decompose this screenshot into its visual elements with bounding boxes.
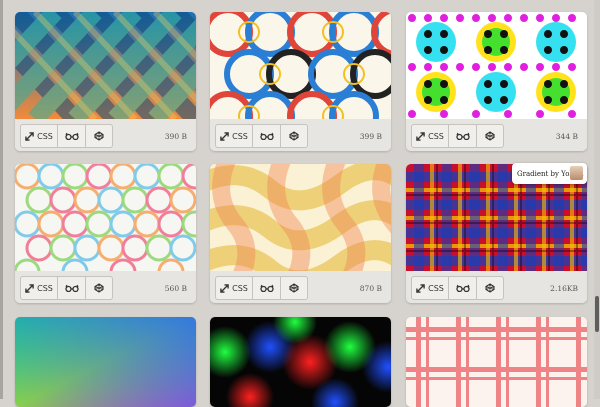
- window-edge: [0, 0, 3, 399]
- css-button[interactable]: CSS: [216, 277, 253, 299]
- card-toolbar: CSS 390 B: [15, 120, 196, 151]
- codepen-icon: [485, 283, 495, 293]
- css-arrows-icon: [25, 283, 34, 293]
- pattern-card[interactable]: [406, 317, 587, 407]
- css-arrows-icon: [220, 131, 229, 141]
- codepen-icon: [289, 283, 299, 293]
- pattern-preview-rings[interactable]: [210, 12, 391, 119]
- css-label: CSS: [232, 131, 248, 141]
- glasses-icon: [64, 132, 79, 140]
- css-label: CSS: [37, 283, 53, 293]
- glasses-icon: [455, 284, 470, 292]
- card-toolbar: CSS 344 B: [406, 120, 587, 151]
- css-arrows-icon: [416, 283, 425, 293]
- card-toolbar: CSS 399 B: [210, 120, 391, 151]
- avatar: [570, 166, 583, 180]
- card-toolbar: CSS 560 B: [15, 272, 196, 303]
- pattern-preview-dots[interactable]: [406, 12, 587, 119]
- author-tooltip: Gradient by Yoksel: [512, 163, 587, 184]
- preview-button[interactable]: [58, 277, 86, 299]
- css-arrows-icon: [25, 131, 34, 141]
- file-size: 2.16KB: [550, 284, 578, 293]
- css-arrows-icon: [416, 131, 425, 141]
- pattern-preview-argyle[interactable]: [15, 12, 196, 119]
- scrollbar-thumb[interactable]: [595, 296, 599, 332]
- css-label: CSS: [37, 131, 53, 141]
- preview-button[interactable]: [449, 125, 477, 147]
- css-label: CSS: [232, 283, 248, 293]
- file-size: 399 B: [359, 132, 382, 141]
- card-button-group: CSS: [215, 124, 308, 148]
- glasses-icon: [64, 284, 79, 292]
- scrollbar[interactable]: [594, 0, 600, 399]
- css-button[interactable]: CSS: [21, 277, 58, 299]
- card-button-group: CSS: [411, 124, 504, 148]
- codepen-button[interactable]: [86, 125, 112, 147]
- pattern-preview-glow[interactable]: [210, 317, 391, 407]
- codepen-button[interactable]: [477, 125, 503, 147]
- file-size: 560 B: [164, 284, 187, 293]
- codepen-icon: [94, 283, 104, 293]
- pattern-card[interactable]: CSS 390 B: [15, 12, 196, 151]
- file-size: 344 B: [555, 132, 578, 141]
- pattern-card[interactable]: [210, 317, 391, 407]
- card-button-group: CSS: [411, 276, 504, 300]
- css-arrows-icon: [220, 283, 229, 293]
- pattern-card[interactable]: CSS 344 B: [406, 12, 587, 151]
- css-label: CSS: [428, 283, 444, 293]
- css-button[interactable]: CSS: [216, 125, 253, 147]
- file-size: 390 B: [164, 132, 187, 141]
- preview-button[interactable]: [58, 125, 86, 147]
- card-button-group: CSS: [20, 124, 113, 148]
- preview-button[interactable]: [253, 277, 281, 299]
- css-button[interactable]: CSS: [412, 125, 449, 147]
- card-toolbar: CSS 870 B: [210, 272, 391, 303]
- pattern-preview-pastel-rings[interactable]: [15, 164, 196, 271]
- codepen-icon: [485, 131, 495, 141]
- preview-button[interactable]: [253, 125, 281, 147]
- css-button[interactable]: CSS: [21, 125, 58, 147]
- pattern-card[interactable]: CSS 2.16KB: [406, 164, 587, 303]
- css-label: CSS: [428, 131, 444, 141]
- codepen-button[interactable]: [281, 125, 307, 147]
- css-button[interactable]: CSS: [412, 277, 449, 299]
- pattern-card[interactable]: CSS 560 B: [15, 164, 196, 303]
- file-size: 870 B: [359, 284, 382, 293]
- glasses-icon: [259, 284, 274, 292]
- pattern-card[interactable]: CSS 399 B: [210, 12, 391, 151]
- preview-button[interactable]: [449, 277, 477, 299]
- codepen-button[interactable]: [477, 277, 503, 299]
- pattern-preview-gradient[interactable]: [15, 317, 196, 407]
- pattern-preview-weave[interactable]: [210, 164, 391, 271]
- codepen-icon: [289, 131, 299, 141]
- card-button-group: CSS: [215, 276, 308, 300]
- pattern-card[interactable]: CSS 870 B: [210, 164, 391, 303]
- card-toolbar: CSS 2.16KB: [406, 272, 587, 303]
- glasses-icon: [259, 132, 274, 140]
- glasses-icon: [455, 132, 470, 140]
- codepen-button[interactable]: [281, 277, 307, 299]
- pattern-preview-gingham[interactable]: [406, 317, 587, 407]
- card-button-group: CSS: [20, 276, 113, 300]
- codepen-icon: [94, 131, 104, 141]
- pattern-card[interactable]: [15, 317, 196, 407]
- codepen-button[interactable]: [86, 277, 112, 299]
